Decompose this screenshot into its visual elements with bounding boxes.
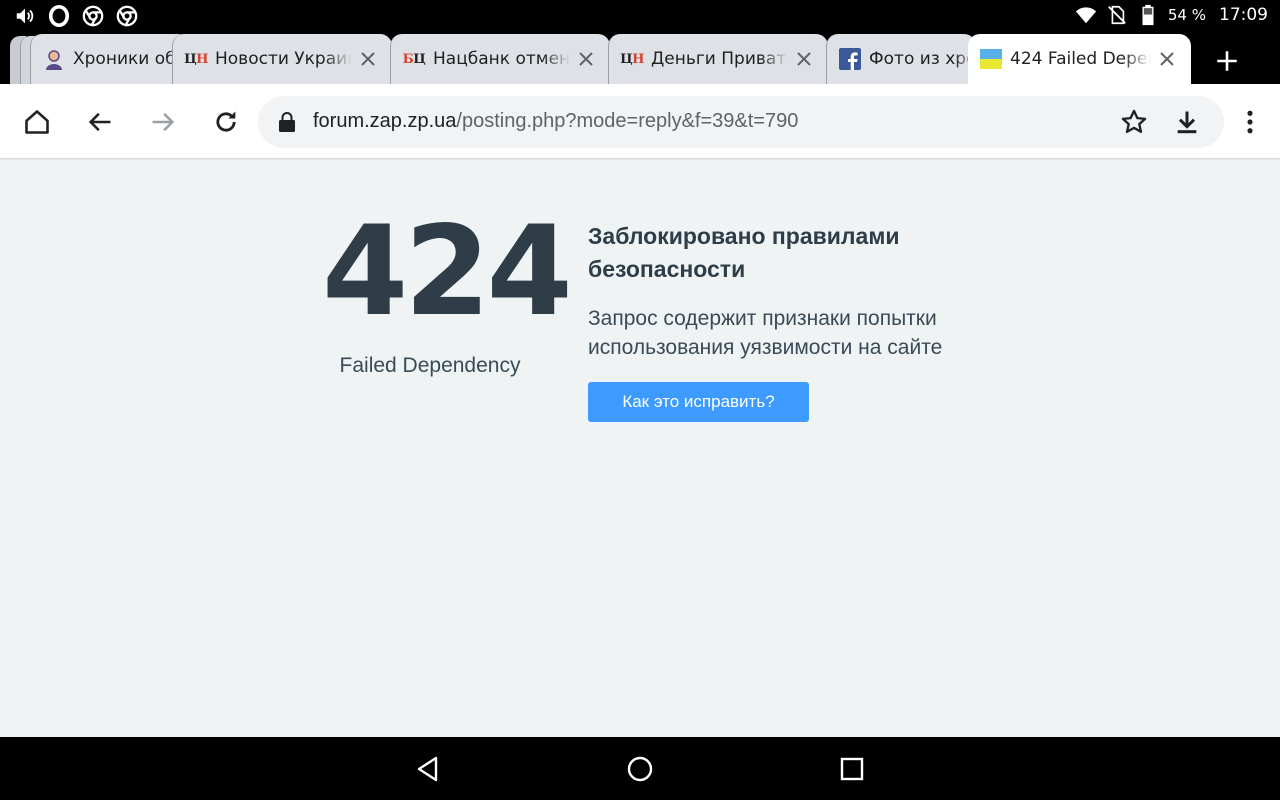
menu-icon[interactable] xyxy=(1236,108,1264,136)
status-bar-right: 54 % 17:09 xyxy=(1075,4,1268,26)
new-tab-icon[interactable] xyxy=(1214,48,1240,74)
battery-percent: 54 % xyxy=(1167,6,1206,24)
page-content: 424 Failed Dependency Заблокировано прав… xyxy=(0,158,1280,737)
cn-logo: ЦН xyxy=(184,51,208,67)
close-icon[interactable] xyxy=(792,47,816,71)
error-code: 424 xyxy=(322,200,573,344)
url-host: forum.zap.zp.ua xyxy=(313,110,457,132)
bc-logo: БЦ xyxy=(402,51,426,67)
star-icon[interactable] xyxy=(1120,108,1148,136)
error-description: Запрос содержит признаки попытки использ… xyxy=(588,307,943,359)
tab-4[interactable]: Фото из хрон xyxy=(826,34,976,84)
tab-title: Фото из хрон xyxy=(869,49,976,69)
status-bar: 54 % 17:09 xyxy=(0,0,1280,32)
wifi-icon xyxy=(1075,7,1096,24)
system-nav-bar xyxy=(0,737,1280,800)
download-icon[interactable] xyxy=(1173,108,1201,136)
status-bar-left xyxy=(14,5,138,27)
forward-icon[interactable] xyxy=(149,108,177,136)
tab-title: Деньги Приват6 xyxy=(651,49,788,69)
chrome-icon xyxy=(82,5,104,27)
error-title: Заблокировано правилами безопасности xyxy=(588,223,900,282)
nav-home-icon[interactable] xyxy=(626,755,654,783)
lock-icon[interactable] xyxy=(278,112,296,132)
nav-back-icon[interactable] xyxy=(414,755,442,783)
back-icon[interactable] xyxy=(86,108,114,136)
tab-title: Нацбанк отмени xyxy=(433,49,570,69)
no-sim-icon xyxy=(1107,5,1126,25)
tab-strip: Хроники об ЦН Новости Украин БЦ Нацбанк … xyxy=(0,32,1280,84)
browser-toolbar: forum.zap.zp.ua/posting.php?mode=reply&f… xyxy=(0,84,1280,158)
opera-icon xyxy=(48,5,70,27)
person-icon xyxy=(43,48,65,70)
error-name: Failed Dependency xyxy=(339,354,521,377)
chrome-icon xyxy=(116,5,138,27)
tab-3[interactable]: ЦН Деньги Приват6 xyxy=(608,34,828,84)
tab-title: Новости Украин xyxy=(215,49,352,69)
battery-icon xyxy=(1142,4,1154,26)
address-bar[interactable]: forum.zap.zp.ua/posting.php?mode=reply&f… xyxy=(258,96,1224,148)
how-to-fix-button[interactable]: Как это исправить? xyxy=(588,382,809,422)
facebook-icon xyxy=(839,48,861,70)
url-path: /posting.php?mode=reply&f=39&t=790 xyxy=(456,110,799,132)
ukraine-flag-icon xyxy=(980,48,1002,70)
tab-5-active[interactable]: 424 Failed Depen xyxy=(968,34,1191,84)
tab-2[interactable]: БЦ Нацбанк отмени xyxy=(390,34,610,84)
volume-icon xyxy=(16,8,34,24)
tab-title: 424 Failed Depen xyxy=(1010,49,1151,69)
close-icon[interactable] xyxy=(1155,47,1179,71)
tab-0[interactable]: Хроники об xyxy=(30,34,190,84)
tab-1[interactable]: ЦН Новости Украин xyxy=(172,34,392,84)
nav-recents-icon[interactable] xyxy=(838,755,866,783)
url-text[interactable]: forum.zap.zp.ua/posting.php?mode=reply&f… xyxy=(313,110,798,133)
close-icon[interactable] xyxy=(356,47,380,71)
reload-icon[interactable] xyxy=(212,108,240,136)
home-icon[interactable] xyxy=(23,108,51,136)
close-icon[interactable] xyxy=(574,47,598,71)
cn-logo: ЦН xyxy=(620,51,644,67)
clock: 17:09 xyxy=(1219,5,1268,25)
